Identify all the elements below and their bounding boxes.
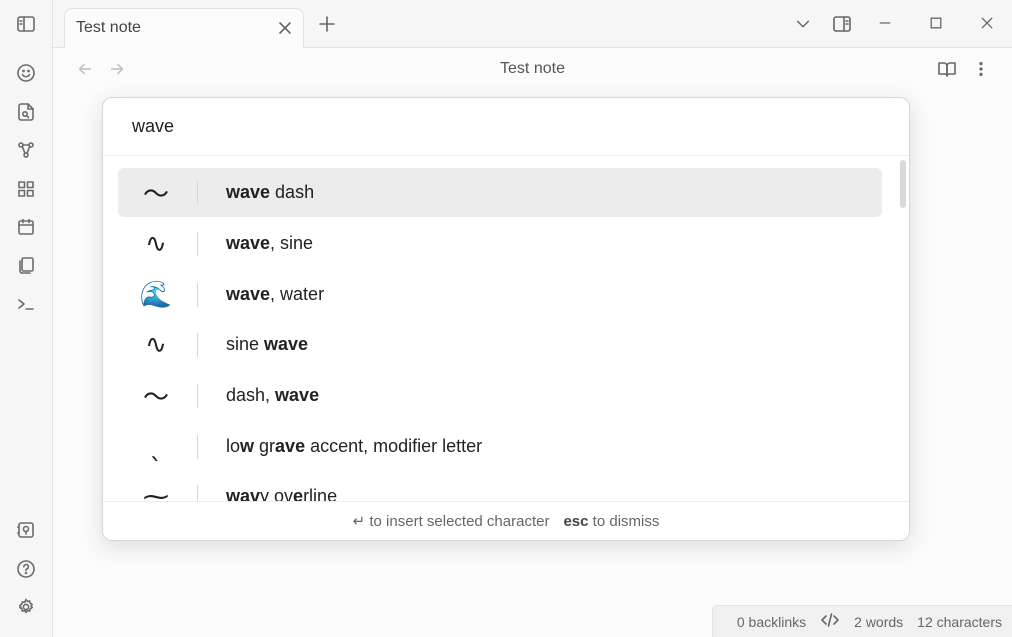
help-icon[interactable]: [14, 557, 38, 581]
match-highlight: ave: [275, 436, 306, 456]
new-tab-icon[interactable]: [316, 13, 338, 35]
character-glyph: 〜: [142, 180, 169, 210]
suggestion-label: wave, sine: [226, 233, 313, 254]
label-text: accent, modifier letter: [305, 436, 483, 456]
divider: [197, 333, 198, 357]
backlinks-count[interactable]: 0 backlinks: [737, 614, 806, 630]
code-icon[interactable]: [820, 610, 840, 633]
match-highlight: wav: [226, 486, 261, 502]
terminal-icon[interactable]: [14, 292, 38, 316]
label-text: y ov: [260, 486, 294, 502]
character-count: 12 characters: [917, 613, 1002, 630]
right-sidebar-toggle-icon[interactable]: [831, 13, 853, 35]
character-glyph: 🌊: [139, 279, 173, 310]
label-text: lo: [226, 436, 241, 456]
divider: [197, 485, 198, 502]
suggestion-item[interactable]: 🌊 wave, water: [118, 270, 882, 319]
suggestion-item[interactable]: ⁓ wavy overline: [118, 472, 882, 502]
file-search-icon[interactable]: [14, 100, 38, 124]
insert-instruction-text: to insert selected character: [369, 513, 550, 530]
chevron-down-icon[interactable]: [792, 13, 814, 35]
enter-key-icon: ↵: [352, 513, 366, 530]
label-text: rline: [303, 486, 338, 502]
reading-view-icon[interactable]: [936, 58, 958, 80]
esc-key-label: esc: [563, 512, 589, 530]
tab-title: Test note: [76, 19, 141, 36]
label-text: , water: [270, 284, 325, 304]
match-highlight: e: [293, 486, 304, 502]
more-options-icon[interactable]: [970, 58, 992, 80]
maximize-icon[interactable]: [925, 12, 947, 34]
suggestion-item[interactable]: ˎ low grave accent, modifier letter: [118, 422, 882, 471]
instruction-dismiss: esc to dismiss: [563, 513, 659, 530]
character-glyph: 〜: [142, 383, 169, 413]
match-highlight: wave: [226, 233, 271, 253]
sidebar-toggle-icon[interactable]: [14, 12, 38, 36]
close-icon[interactable]: [277, 20, 293, 36]
suggestion-item[interactable]: 〜 dash, wave: [118, 371, 882, 420]
divider: [197, 181, 198, 205]
settings-icon[interactable]: [14, 595, 38, 619]
word-count: 2 words: [854, 613, 904, 630]
copy-icon[interactable]: [14, 253, 38, 277]
tab-bar: Test note: [53, 0, 1012, 48]
vault-icon[interactable]: [14, 518, 38, 542]
window-close-icon[interactable]: [976, 12, 998, 34]
smiley-icon[interactable]: [14, 61, 38, 85]
divider: [197, 435, 198, 459]
dashboard-icon[interactable]: [14, 177, 38, 201]
minimize-icon[interactable]: [874, 12, 896, 34]
match-highlight: wave: [226, 284, 271, 304]
character-glyph: ˎ: [149, 431, 163, 462]
match-highlight: wave: [264, 334, 309, 354]
suggestion-label: low grave accent, modifier letter: [226, 436, 482, 457]
scrollbar[interactable]: [900, 160, 906, 208]
divider: [197, 384, 198, 408]
dismiss-instruction-text: to dismiss: [592, 512, 660, 530]
divider: [197, 232, 198, 256]
suggestion-label: wave dash: [226, 182, 314, 203]
suggestion-item[interactable]: ∿ sine wave: [118, 320, 882, 369]
ribbon: [0, 0, 53, 637]
search-input[interactable]: [103, 98, 909, 156]
suggestion-label: wavy overline: [226, 486, 337, 502]
match-highlight: wave: [275, 385, 320, 405]
suggestion-label: dash, wave: [226, 385, 319, 406]
prompt-instructions: ↵ to insert selected character esc to di…: [103, 501, 909, 540]
character-glyph: ∿: [145, 329, 167, 360]
character-glyph: ∿: [145, 228, 167, 259]
suggestion-list: 〜 wave dash ∿ wave, sine 🌊 wave, water ∿ sine w…: [103, 156, 909, 502]
tab-test-note[interactable]: Test note: [64, 8, 304, 48]
label-text: gr: [254, 436, 276, 456]
calendar-icon[interactable]: [14, 215, 38, 239]
graph-icon[interactable]: [14, 138, 38, 162]
suggestion-label: wave, water: [226, 284, 324, 305]
suggestion-item[interactable]: 〜 wave dash: [118, 168, 882, 217]
label-text: sine: [226, 334, 265, 354]
character-glyph: ⁓: [143, 481, 169, 503]
character-picker-modal: 〜wave dash∿wave, sine🌊wave, water∿sine w…: [102, 97, 910, 541]
divider: [197, 283, 198, 307]
label-text: , sine: [270, 233, 314, 253]
label-text: dash: [270, 182, 315, 202]
instruction-insert: ↵ to insert selected character: [353, 512, 550, 530]
match-highlight: w: [240, 436, 255, 456]
suggestion-item[interactable]: ∿ wave, sine: [118, 219, 882, 268]
suggestion-label: sine wave: [226, 334, 308, 355]
status-bar: 0 backlinks 2 words 12 characters: [712, 605, 1012, 637]
match-highlight: wave: [226, 182, 271, 202]
label-text: dash,: [226, 385, 276, 405]
view-title[interactable]: Test note: [53, 60, 1012, 78]
